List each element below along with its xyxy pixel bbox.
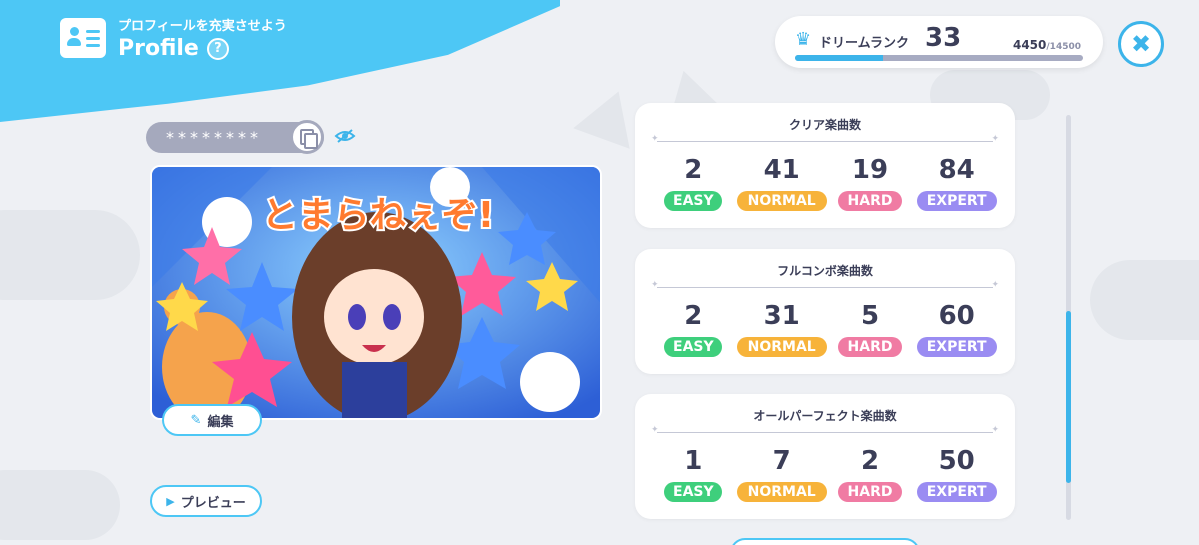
fc-hard-count: 5: [860, 301, 880, 331]
scrollbar-thumb[interactable]: [1066, 311, 1071, 483]
panel-title: クリア楽曲数: [788, 118, 861, 132]
ap-expert-count: 50: [938, 446, 975, 476]
easy-badge: EASY: [664, 191, 723, 211]
scrollbar[interactable]: [1066, 115, 1071, 520]
pencil-icon: ✎: [190, 412, 202, 428]
fc-easy-count: 2: [684, 301, 703, 331]
card-artwork: とまらねぇぞ!: [152, 167, 600, 418]
fc-normal-count: 31: [763, 301, 800, 331]
help-icon[interactable]: ?: [206, 37, 229, 60]
close-button[interactable]: ✖: [1118, 21, 1164, 67]
rank-level: 33: [925, 23, 962, 53]
dream-rank-panel: ♛ ドリームランク 33 4450/14500: [775, 16, 1103, 68]
ap-hard-count: 2: [860, 446, 880, 476]
profile-card-image[interactable]: とまらねぇぞ!: [150, 165, 602, 420]
profile-header: プロフィールを充実させよう Profile ?: [60, 15, 287, 61]
clear-easy-count: 2: [684, 155, 703, 185]
profile-card-icon: [60, 18, 106, 58]
stat-panel-full-combo: フルコンボ楽曲数 2 EASY 31 NORMAL 5 HARD 60 EXPERT: [635, 249, 1015, 374]
clear-normal-count: 41: [763, 155, 800, 185]
fc-expert-count: 60: [938, 301, 975, 331]
crown-icon: ♛: [795, 29, 812, 50]
hard-badge: HARD: [838, 482, 902, 502]
preview-button[interactable]: ▶ プレビュー: [150, 485, 262, 517]
hard-badge: HARD: [838, 191, 902, 211]
panel-title: オールパーフェクト楽曲数: [753, 409, 897, 423]
ap-normal-count: 7: [772, 446, 791, 476]
card-caption: とまらねぇぞ!: [262, 195, 494, 236]
preview-label: プレビュー: [180, 495, 246, 511]
bottom-button[interactable]: [730, 538, 920, 545]
edit-label: 編集: [207, 414, 234, 430]
ap-easy-count: 1: [684, 446, 703, 476]
easy-badge: EASY: [664, 337, 723, 357]
copy-icon[interactable]: [290, 120, 324, 154]
clear-expert-count: 84: [938, 155, 975, 185]
edit-button[interactable]: ✎ 編集: [162, 404, 262, 436]
header-subtitle: プロフィールを充実させよう: [118, 19, 287, 34]
eye-off-icon[interactable]: [334, 128, 356, 144]
expert-badge: EXPERT: [916, 337, 997, 357]
panel-title: フルコンボ楽曲数: [777, 264, 873, 278]
rank-points: 4450/14500: [1012, 38, 1081, 52]
expert-badge: EXPERT: [916, 191, 997, 211]
hard-badge: HARD: [838, 337, 902, 357]
page-title: Profile: [118, 36, 199, 61]
normal-badge: NORMAL: [736, 191, 827, 211]
stat-panel-clear: クリア楽曲数 2 EASY 41 NORMAL 19 HARD 84 EXPERT: [635, 103, 1015, 228]
normal-badge: NORMAL: [736, 337, 827, 357]
expert-badge: EXPERT: [916, 482, 997, 502]
rank-progress-bar: [795, 55, 1083, 61]
rank-label: ドリームランク: [819, 36, 909, 51]
easy-badge: EASY: [664, 482, 723, 502]
play-icon: ▶: [166, 494, 175, 508]
clear-hard-count: 19: [851, 155, 889, 185]
stat-panel-all-perfect: オールパーフェクト楽曲数 1 EASY 7 NORMAL 2 HARD 50 EXPER…: [635, 394, 1015, 519]
normal-badge: NORMAL: [736, 482, 827, 502]
